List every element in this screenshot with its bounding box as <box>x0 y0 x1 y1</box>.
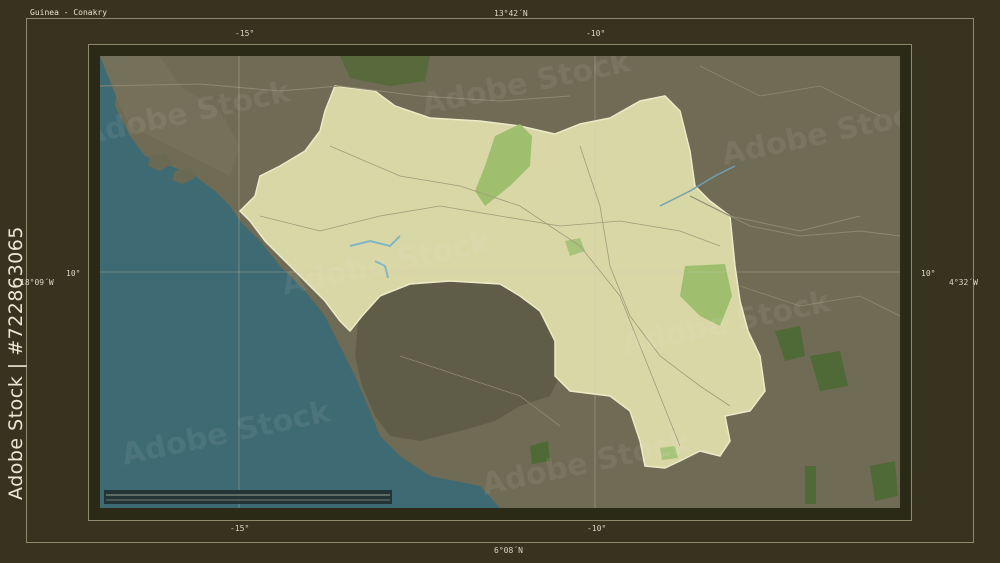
map-title: Guinea - Conakry <box>30 8 108 17</box>
grid-label-top-left: -15° <box>235 29 255 38</box>
grid-label-top-right: -10° <box>586 29 606 38</box>
grid-label-bottom-left: -15° <box>230 524 250 533</box>
coord-right: 4°32´W <box>949 278 978 287</box>
neighbor-forest <box>805 466 816 504</box>
scale-bar-bg <box>104 490 392 504</box>
neighbor-forest <box>870 461 898 501</box>
map-canvas: Adobe Stock Adobe Stock Adobe Stock Adob… <box>100 56 900 508</box>
coord-bottom: 6°08´N <box>494 546 523 555</box>
grid-label-bottom-right: -10° <box>587 524 607 533</box>
grid-label-right: 10° <box>921 269 936 278</box>
stock-watermark: Adobe Stock | #722863065 <box>5 226 27 500</box>
coord-top: 13°42´N <box>494 9 528 18</box>
grid-label-left: 10° <box>66 269 81 278</box>
